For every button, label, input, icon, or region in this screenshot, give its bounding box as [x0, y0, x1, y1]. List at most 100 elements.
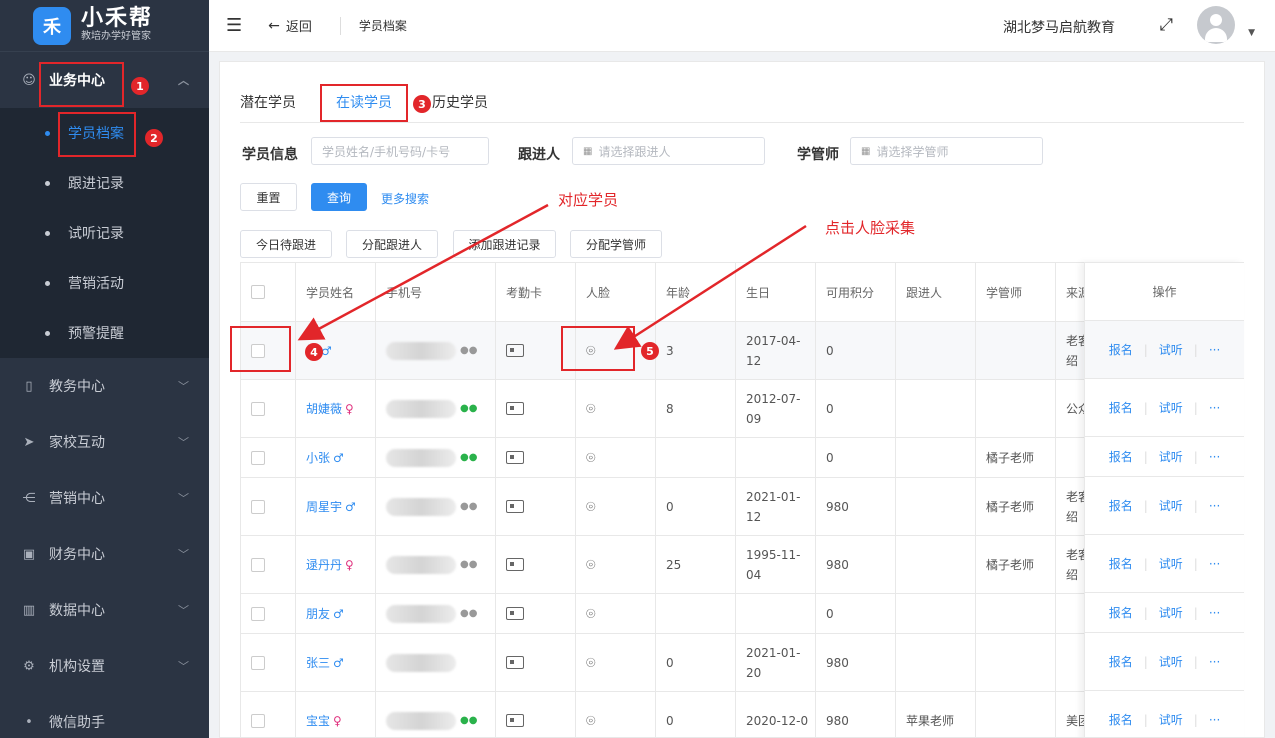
enroll-link[interactable]: 报名 [1109, 711, 1133, 728]
row-checkbox[interactable] [251, 655, 265, 670]
tabs-divider [240, 122, 1244, 123]
follower-select[interactable]: ▦ 请选择跟进人 [572, 137, 765, 165]
birthday-cell: 2021-01-12 [736, 478, 816, 535]
wechat-icon: ●● [460, 559, 478, 570]
trial-link[interactable]: 试听 [1159, 604, 1183, 621]
enroll-link[interactable]: 报名 [1109, 399, 1133, 416]
female-icon: ♀ [345, 401, 354, 416]
nav-group-settings[interactable]: ⚙ 机构设置 ﹀ [0, 638, 209, 694]
age-cell: 0 [656, 478, 736, 535]
brand-logo[interactable]: 禾 小禾帮 教培办学好管家 [0, 0, 209, 52]
student-name-link[interactable]: 胡婕薇 [306, 400, 342, 417]
student-name-link[interactable]: 逯丹丹 [306, 556, 342, 573]
face-capture-icon[interactable]: ⌾ [586, 448, 596, 468]
nav-group-home-school[interactable]: ➤ 家校互动 ﹀ [0, 414, 209, 470]
enroll-link[interactable]: 报名 [1109, 604, 1133, 621]
more-actions-icon[interactable]: ··· [1209, 713, 1220, 727]
face-capture-icon[interactable]: ⌾ [586, 711, 596, 731]
trial-link[interactable]: 试听 [1159, 448, 1183, 465]
attendance-card-icon[interactable] [506, 451, 524, 464]
trial-link[interactable]: 试听 [1159, 555, 1183, 572]
student-name-link[interactable]: 宝宝 [306, 712, 330, 729]
more-actions-icon[interactable]: ··· [1209, 401, 1220, 415]
query-button[interactable]: 查询 [311, 183, 367, 211]
nav-group-marketing[interactable]: ⋲ 营销中心 ﹀ [0, 470, 209, 526]
row-checkbox[interactable] [251, 606, 265, 621]
annotation-marker-3: 3 [413, 95, 431, 113]
more-actions-icon[interactable]: ··· [1209, 343, 1220, 357]
trial-link[interactable]: 试听 [1159, 497, 1183, 514]
row-checkbox[interactable] [251, 713, 265, 728]
main-card: 潜在学员 在读学员 历史学员 学员信息 学员姓名/手机号码/卡号 跟进人 ▦ 请选… [219, 61, 1265, 738]
points-cell: 0 [816, 438, 896, 477]
row-actions: 报名 | 试听 | ··· [1085, 633, 1244, 691]
tab-potential[interactable]: 潜在学员 [240, 92, 296, 124]
enroll-link[interactable]: 报名 [1109, 341, 1133, 358]
row-checkbox[interactable] [251, 450, 265, 465]
assign-manager-button[interactable]: 分配学管师 [570, 230, 662, 258]
row-checkbox[interactable] [251, 557, 265, 572]
phone-redacted [386, 555, 456, 574]
student-name-link[interactable]: 张三 [306, 654, 330, 671]
more-actions-icon[interactable]: ··· [1209, 557, 1220, 571]
student-name-link[interactable]: 小张 [306, 449, 330, 466]
more-actions-icon[interactable]: ··· [1209, 606, 1220, 620]
nav-group-finance[interactable]: ▣ 财务中心 ﹀ [0, 526, 209, 582]
face-capture-icon[interactable]: ⌾ [586, 555, 596, 575]
trial-link[interactable]: 试听 [1159, 653, 1183, 670]
more-search-link[interactable]: 更多搜索 [381, 190, 429, 207]
today-follow-button[interactable]: 今日待跟进 [240, 230, 332, 258]
assign-follower-button[interactable]: 分配跟进人 [346, 230, 438, 258]
org-name[interactable]: 湖北梦马启航教育 [1003, 17, 1115, 37]
nav-group-wechat[interactable]: • 微信助手 [0, 694, 209, 738]
select-all-checkbox[interactable] [251, 285, 265, 299]
attendance-card-icon[interactable] [506, 714, 524, 727]
more-actions-icon[interactable]: ··· [1209, 655, 1220, 669]
trial-link[interactable]: 试听 [1159, 341, 1183, 358]
caret-down-icon[interactable]: ▼ [1248, 28, 1255, 38]
sidebar-item-marketing-activities[interactable]: 营销活动 [0, 258, 209, 308]
grid-icon: ▦ [583, 145, 593, 157]
fullscreen-icon[interactable]: ⤢ [1159, 15, 1173, 35]
add-follow-record-button[interactable]: 添加跟进记录 [453, 230, 556, 258]
nav-group-data[interactable]: ▥ 数据中心 ﹀ [0, 582, 209, 638]
sidebar-item-alerts[interactable]: 预警提醒 [0, 308, 209, 358]
face-capture-icon[interactable]: ⌾ [586, 399, 596, 419]
student-search-input[interactable]: 学员姓名/手机号码/卡号 [311, 137, 489, 165]
reset-button[interactable]: 重置 [240, 183, 297, 211]
menu-toggle-icon[interactable]: ☰ [226, 15, 242, 36]
gear-icon: ⚙ [23, 658, 35, 674]
attendance-card-icon[interactable] [506, 402, 524, 415]
attendance-card-icon[interactable] [506, 558, 524, 571]
more-actions-icon[interactable]: ··· [1209, 450, 1220, 464]
trial-link[interactable]: 试听 [1159, 399, 1183, 416]
row-checkbox[interactable] [251, 499, 265, 514]
enroll-link[interactable]: 报名 [1109, 653, 1133, 670]
enroll-link[interactable]: 报名 [1109, 497, 1133, 514]
trial-link[interactable]: 试听 [1159, 711, 1183, 728]
avatar[interactable] [1197, 6, 1235, 44]
face-capture-icon[interactable]: ⌾ [586, 604, 596, 624]
sidebar-item-trial-records[interactable]: 试听记录 [0, 208, 209, 258]
enroll-link[interactable]: 报名 [1109, 555, 1133, 572]
student-name-link[interactable]: 周星宇 [306, 498, 342, 515]
more-actions-icon[interactable]: ··· [1209, 499, 1220, 513]
face-capture-icon[interactable]: ⌾ [586, 653, 596, 673]
enroll-link[interactable]: 报名 [1109, 448, 1133, 465]
tab-history[interactable]: 历史学员 [432, 92, 488, 124]
attendance-card-icon[interactable] [506, 607, 524, 620]
row-checkbox[interactable] [251, 401, 265, 416]
male-icon: ♂ [333, 606, 344, 621]
attendance-card-icon[interactable] [506, 344, 524, 357]
brand-name: 小禾帮 [81, 5, 154, 31]
back-button[interactable]: ← 返回 [268, 16, 312, 36]
phone-redacted [386, 604, 456, 623]
manager-select[interactable]: ▦ 请选择学管师 [850, 137, 1043, 165]
student-name-link[interactable]: 朋友 [306, 605, 330, 622]
face-capture-icon[interactable]: ⌾ [586, 497, 596, 517]
nav-group-academic[interactable]: ▯ 教务中心 ﹀ [0, 358, 209, 414]
attendance-card-icon[interactable] [506, 500, 524, 513]
birthday-cell: 2020-12-0 [736, 692, 816, 737]
sidebar-item-follow-records[interactable]: 跟进记录 [0, 158, 209, 208]
attendance-card-icon[interactable] [506, 656, 524, 669]
